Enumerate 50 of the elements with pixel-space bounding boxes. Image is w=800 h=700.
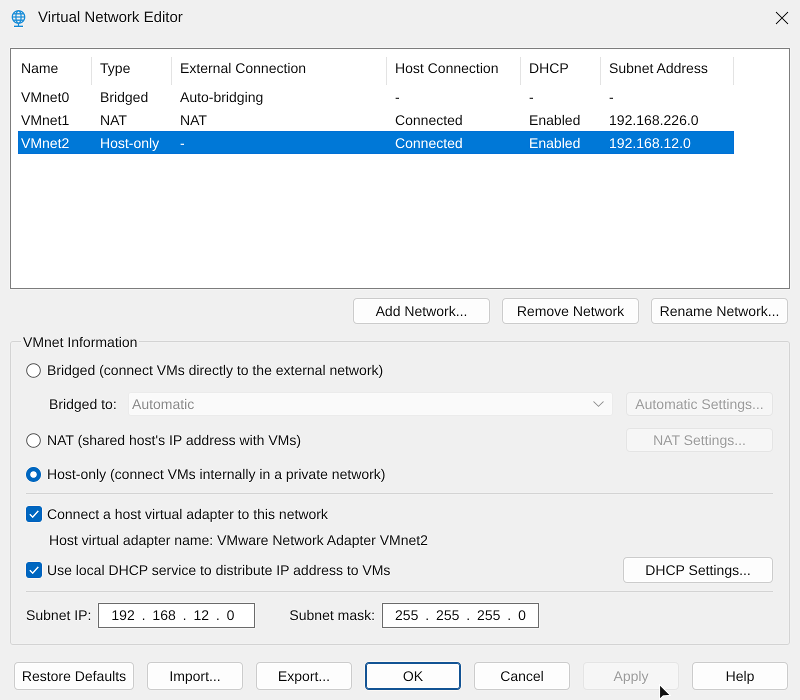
checkbox[interactable] — [26, 506, 42, 522]
cancel-button[interactable]: Cancel — [474, 662, 570, 690]
ok-button[interactable]: OK — [365, 662, 461, 690]
table-cell-text: VMnet1 — [20, 110, 70, 128]
table-cell-text: Connected — [394, 134, 464, 152]
subnet-ip-field[interactable]: 192 . 168 . 12 . 0 — [98, 602, 256, 628]
table-cell-text: Enabled — [528, 110, 582, 128]
network-row[interactable]: VMnet2 Host-only - Connected Enabled 192.168.12.0 — [18, 131, 734, 154]
table-cell-text: 192.168.226.0 — [608, 110, 700, 128]
table-cell-text: Auto-bridging — [179, 88, 264, 106]
connection-type-label: Bridged (connect VMs directly to the external network) — [47, 361, 384, 379]
table-cell-text: Enabled — [528, 134, 582, 152]
table-cell-text: - — [608, 88, 615, 106]
subnet-mask-field[interactable]: 255 . 255 . 255 . 0 — [382, 602, 539, 628]
table-cell-text: NAT — [99, 110, 128, 128]
table-cell-text: VMnet2 — [20, 134, 70, 152]
table-cell-text: Connected — [394, 110, 464, 128]
table-cell-text: 192.168.12.0 — [608, 134, 692, 152]
bridged-to-label: Bridged to: — [49, 395, 117, 413]
mouse-pointer-icon — [659, 684, 671, 700]
radio-button[interactable] — [26, 432, 41, 448]
subnet-mask-label: Subnet mask: — [289, 606, 375, 624]
remove-network-button[interactable]: Remove Network — [502, 298, 639, 324]
radio-button[interactable] — [26, 362, 41, 378]
radio-button[interactable] — [26, 466, 41, 482]
window-title: Virtual Network Editor — [38, 8, 183, 28]
close-icon — [775, 11, 789, 25]
chevron-down-icon — [593, 401, 604, 407]
checkbox-label: Connect a host virtual adapter to this network — [47, 505, 328, 523]
rename-network-button[interactable]: Rename Network... — [651, 298, 788, 324]
checkbox[interactable] — [26, 562, 42, 578]
restore-defaults-button[interactable]: Restore Defaults — [14, 662, 134, 690]
globe-icon — [10, 10, 27, 26]
table-cell-text: Host-only — [99, 134, 160, 152]
export-button[interactable]: Export... — [256, 662, 352, 690]
adapter-name-text: Host virtual adapter name: VMware Network Adapter VMnet2 — [49, 531, 428, 549]
table-cell-text: - — [528, 88, 535, 106]
connection-type-label: Host-only (connect VMs internally in a private network) — [47, 465, 386, 483]
table-cell-text: - — [394, 88, 401, 106]
help-button[interactable]: Help — [692, 662, 788, 690]
table-cell-text: Bridged — [99, 88, 150, 106]
subnet-ip-label: Subnet IP: — [26, 606, 92, 624]
table-cell-text: NAT — [179, 110, 208, 128]
checkbox-label: Use local DHCP service to distribute IP address to VMs — [47, 561, 390, 579]
table-cell-text: VMnet0 — [20, 88, 70, 106]
add-network-button[interactable]: Add Network... — [353, 298, 490, 324]
import-button[interactable]: Import... — [147, 662, 243, 690]
connection-type-label: NAT (shared host's IP address with VMs) — [47, 431, 301, 449]
dhcp-settings-button[interactable]: DHCP Settings... — [623, 557, 773, 583]
table-cell-text: - — [179, 134, 186, 152]
